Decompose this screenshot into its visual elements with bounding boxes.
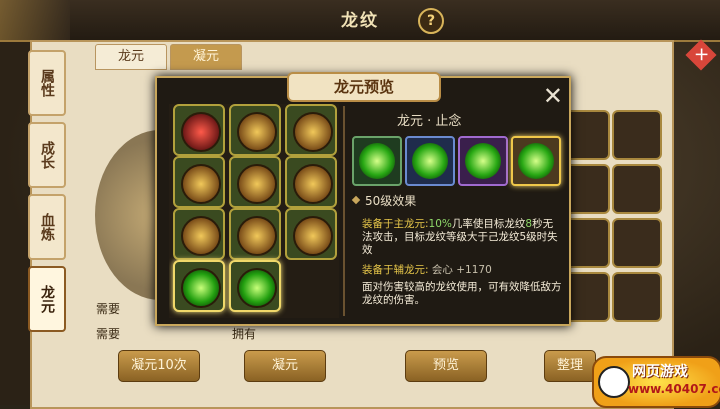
sub-effect-text: 装备于辅龙元: 会心 +1170 <box>362 264 562 277</box>
mascot-icon <box>598 366 630 398</box>
shield-icon <box>237 112 277 152</box>
back-corner-ornament[interactable] <box>0 0 70 40</box>
level-effect-label: 50级效果 <box>365 194 417 208</box>
dragon-yuan-slot[interactable] <box>285 156 337 208</box>
dragon-yuan-slot[interactable] <box>229 208 281 260</box>
inventory-slot[interactable] <box>612 218 662 268</box>
tab-condense[interactable]: 凝元 <box>170 44 243 70</box>
swirl-icon <box>237 164 277 204</box>
site-logo: 网页游戏 www.40407.com <box>592 356 720 408</box>
main-percent: 10% <box>428 218 452 230</box>
dragon-yuan-slot[interactable] <box>229 104 281 156</box>
dragon-yuan-grid <box>169 104 339 318</box>
dragon-yuan-slot[interactable] <box>173 104 225 156</box>
green-orb-icon <box>412 143 448 179</box>
main-effect-text: 装备于主龙元:10%几率使目标龙纹8秒无法攻击，目标龙纹等级大于己龙纹5级时失效 <box>362 218 562 257</box>
claw-icon <box>181 112 221 152</box>
figure-icon <box>293 112 333 152</box>
own-label: 拥有 <box>232 327 257 341</box>
green-orb-icon <box>181 268 221 308</box>
modal-close-icon[interactable]: ✕ <box>543 82 563 110</box>
need-label-2: 需要 <box>96 327 121 341</box>
inventory-slot[interactable] <box>612 272 662 322</box>
quality-variant-green[interactable] <box>352 136 402 186</box>
green-orb-icon <box>465 143 501 179</box>
main-text-1: 几率使目标龙纹 <box>451 218 526 230</box>
dragon-yuan-slot[interactable] <box>229 260 281 312</box>
quality-variant-blue[interactable] <box>405 136 455 186</box>
modal-title: 龙元预览 <box>287 72 441 102</box>
green-orb-icon <box>359 143 395 179</box>
condense-button[interactable]: 凝元 <box>244 350 326 382</box>
help-icon[interactable]: ? <box>418 8 444 34</box>
condense-10-button[interactable]: 凝元10次 <box>118 350 200 382</box>
sun-icon <box>293 164 333 204</box>
hammer-icon <box>237 216 277 256</box>
dragon-yuan-slot[interactable] <box>229 156 281 208</box>
side-tab-attributes[interactable]: 属性 <box>28 50 66 116</box>
logo-text-2: www.40407.com <box>628 382 720 396</box>
bullet-diamond-icon <box>351 195 361 205</box>
detail-title: 龙元 · 止念 <box>397 114 462 129</box>
dragon-yuan-slot[interactable] <box>285 208 337 260</box>
logo-text-1: 网页游戏 <box>632 364 688 380</box>
title-bar: 龙纹 ? <box>0 0 720 42</box>
divider <box>343 106 345 316</box>
dragon-yuan-slot[interactable] <box>173 208 225 260</box>
dragon-yuan-slot-selected[interactable] <box>173 260 225 312</box>
spiral-icon <box>293 216 333 256</box>
sub-value: 会心 +1170 <box>431 264 492 276</box>
dancer-icon <box>181 216 221 256</box>
side-tab-growth[interactable]: 成长 <box>28 122 66 188</box>
dragon-yuan-preview-modal: 龙元预览 ✕ 龙元 · 止念 50级效果 装备于主龙元:10%几率使目标龙纹8秒… <box>155 72 571 326</box>
need-label-1: 需要 <box>96 302 121 316</box>
dragon-yuan-slot[interactable] <box>285 104 337 156</box>
sub-label: 装备于辅龙元: <box>362 264 429 276</box>
green-orb-icon <box>237 268 277 308</box>
quality-variant-gold[interactable] <box>511 136 561 186</box>
inventory-slot[interactable] <box>612 110 662 160</box>
usage-description: 面对伤害较高的龙纹使用，可有效降低敌方龙纹的伤害。 <box>362 281 562 306</box>
green-orb-icon <box>518 143 554 179</box>
quality-variant-purple[interactable] <box>458 136 508 186</box>
tab-dragon-yuan[interactable]: 龙元 <box>95 44 168 70</box>
dragon-yuan-slot[interactable] <box>173 156 225 208</box>
organize-button[interactable]: 整理 <box>544 350 596 382</box>
side-tab-dragon-yuan[interactable]: 龙元 <box>28 266 66 332</box>
side-tab-blood-refine[interactable]: 血炼 <box>28 194 66 260</box>
side-tab-list: 属性 成长 血炼 龙元 <box>28 50 68 338</box>
page-title: 龙纹 <box>341 11 379 31</box>
crystal-icon <box>181 164 221 204</box>
main-label: 装备于主龙元: <box>362 218 429 230</box>
inventory-slot[interactable] <box>612 164 662 214</box>
preview-button[interactable]: 预览 <box>405 350 487 382</box>
